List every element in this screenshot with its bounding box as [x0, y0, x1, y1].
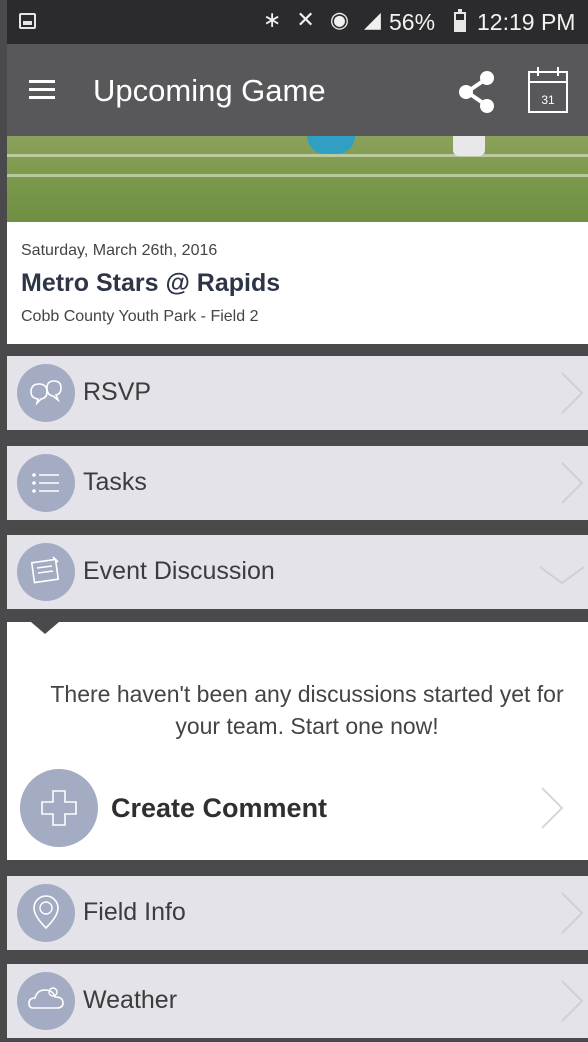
rsvp-label: RSVP	[83, 378, 152, 406]
weather-row[interactable]: Weather	[7, 964, 588, 1038]
discussion-icon	[17, 543, 75, 601]
weather-label: Weather	[83, 986, 178, 1014]
event-discussion-label: Event Discussion	[83, 557, 275, 585]
chevron-down-icon	[539, 566, 585, 585]
field-info-row[interactable]: Field Info	[7, 876, 588, 950]
chevron-right-icon	[541, 787, 564, 829]
chevron-right-icon	[561, 372, 584, 414]
create-comment-button[interactable]: Create Comment	[7, 766, 588, 850]
field-info-label: Field Info	[83, 898, 186, 926]
clock: 12:19 PM	[477, 9, 576, 35]
add-icon	[20, 769, 98, 847]
gallery-notification-icon	[19, 13, 36, 29]
rsvp-icon	[17, 364, 75, 422]
battery-percent: 56%	[389, 9, 436, 35]
player-cleats	[307, 136, 355, 154]
rsvp-row[interactable]: RSVP	[7, 356, 588, 430]
weather-cloud-icon	[17, 972, 75, 1030]
page-title: Upcoming Game	[93, 73, 326, 108]
tasks-row[interactable]: Tasks	[7, 446, 588, 520]
location-pin-icon	[17, 884, 75, 942]
event-date: Saturday, March 26th, 2016	[21, 242, 218, 259]
event-location: Cobb County Youth Park - Field 2	[21, 308, 259, 325]
discussion-pointer	[31, 622, 59, 634]
empty-discussion-message: There haven't been any discussions start…	[50, 681, 564, 739]
discussion-panel: There haven't been any discussions start…	[7, 622, 588, 860]
event-details: Saturday, March 26th, 2016 Metro Stars @…	[7, 222, 588, 344]
status-icons: ∗ ✕ ◉ ◢	[263, 8, 385, 33]
event-hero-image	[7, 136, 588, 222]
status-bar: ∗ ✕ ◉ ◢ 56% 12:19 PM	[7, 0, 588, 44]
calendar-icon[interactable]: 31	[527, 66, 569, 114]
share-icon[interactable]	[455, 70, 499, 114]
hamburger-menu-icon[interactable]	[29, 80, 55, 100]
event-title: Metro Stars @ Rapids	[21, 269, 281, 297]
calendar-day: 31	[541, 93, 555, 107]
chevron-right-icon	[561, 462, 584, 504]
tasks-icon	[17, 454, 75, 512]
field-cone	[453, 136, 485, 156]
chevron-right-icon	[561, 892, 584, 934]
app-bar: Upcoming Game 31	[7, 44, 588, 136]
create-comment-label: Create Comment	[111, 793, 328, 823]
chevron-right-icon	[561, 980, 584, 1022]
app-screen: ∗ ✕ ◉ ◢ 56% 12:19 PM Upcoming Game 31 Sa…	[7, 0, 588, 1042]
event-discussion-row[interactable]: Event Discussion	[7, 535, 588, 609]
tasks-label: Tasks	[83, 468, 147, 496]
battery-icon	[454, 9, 466, 32]
